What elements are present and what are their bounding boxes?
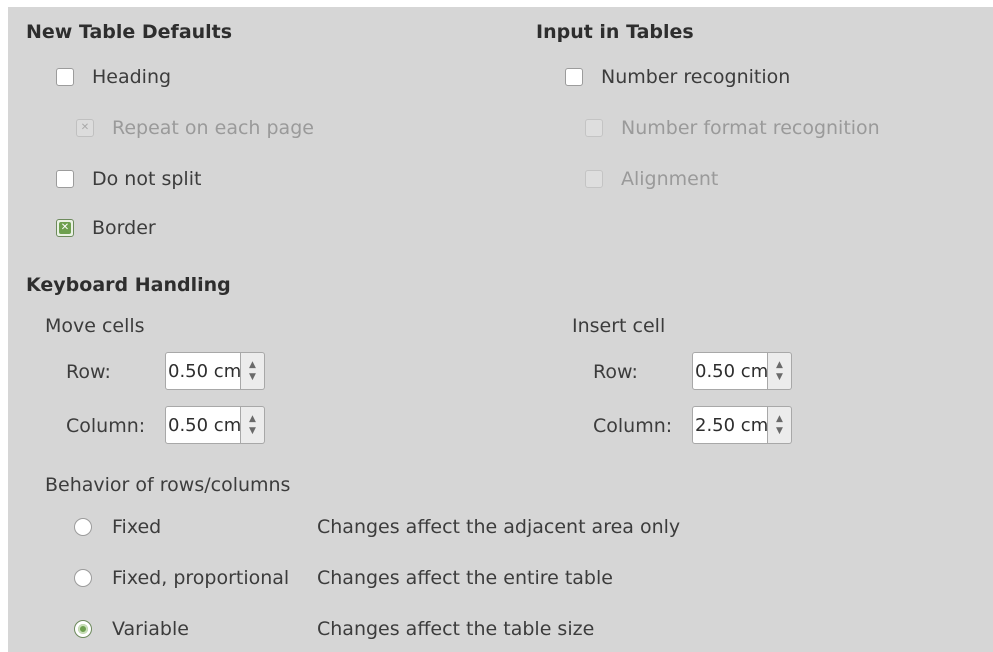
behavior-option-variable[interactable]: Variable xyxy=(74,614,189,644)
number-format-recognition-label: Number format recognition xyxy=(621,117,880,139)
spin-up-icon[interactable]: ▲ xyxy=(776,359,783,371)
move-row-input[interactable]: 0.50 cm xyxy=(165,352,241,390)
do-not-split-label: Do not split xyxy=(92,168,202,190)
border-checkbox[interactable]: ✕ xyxy=(56,219,74,237)
repeat-on-each-page-row: ✕ Repeat on each page xyxy=(76,113,314,143)
fixed-radio[interactable] xyxy=(74,518,92,536)
number-format-recognition-row: Number format recognition xyxy=(585,113,880,143)
fixed-description: Changes affect the adjacent area only xyxy=(317,516,681,538)
move-cells-label: Move cells xyxy=(45,315,145,337)
checked-mark-icon: ✕ xyxy=(60,222,70,233)
move-row-spin-buttons[interactable]: ▲ ▼ xyxy=(241,352,265,390)
insert-column-label: Column: xyxy=(593,415,673,437)
alignment-row: Alignment xyxy=(585,164,718,194)
insert-column-spinner[interactable]: 2.50 cm ▲ ▼ xyxy=(692,406,792,446)
spin-up-icon[interactable]: ▲ xyxy=(776,413,783,425)
behavior-label: Behavior of rows/columns xyxy=(45,474,291,496)
heading-checkbox[interactable] xyxy=(56,68,74,86)
spin-down-icon[interactable]: ▼ xyxy=(776,371,783,383)
insert-column-input[interactable]: 2.50 cm xyxy=(692,406,768,444)
behavior-option-fixed[interactable]: Fixed xyxy=(74,512,161,542)
fixed-label: Fixed xyxy=(112,516,162,538)
move-row-label: Row: xyxy=(66,361,111,383)
alignment-checkbox xyxy=(585,170,603,188)
do-not-split-checkbox[interactable] xyxy=(56,170,74,188)
insert-row-spin-buttons[interactable]: ▲ ▼ xyxy=(768,352,792,390)
spin-down-icon[interactable]: ▼ xyxy=(249,371,256,383)
spin-up-icon[interactable]: ▲ xyxy=(249,413,256,425)
move-column-spin-buttons[interactable]: ▲ ▼ xyxy=(241,406,265,444)
insert-row-label: Row: xyxy=(593,361,638,383)
border-label: Border xyxy=(92,217,156,239)
fixed-proportional-label: Fixed, proportional xyxy=(112,567,290,589)
insert-cell-label: Insert cell xyxy=(572,315,666,337)
fixed-proportional-radio[interactable] xyxy=(74,569,92,587)
number-recognition-row[interactable]: Number recognition xyxy=(565,62,790,92)
move-column-input[interactable]: 0.50 cm xyxy=(165,406,241,444)
alignment-label: Alignment xyxy=(621,168,719,190)
heading-checkbox-label: Heading xyxy=(92,66,172,88)
spin-down-icon[interactable]: ▼ xyxy=(249,425,256,437)
keyboard-handling-heading: Keyboard Handling xyxy=(26,274,231,296)
spin-up-icon[interactable]: ▲ xyxy=(249,359,256,371)
do-not-split-row[interactable]: Do not split xyxy=(56,164,201,194)
spin-down-icon[interactable]: ▼ xyxy=(776,425,783,437)
input-in-tables-heading: Input in Tables xyxy=(536,21,694,43)
variable-label: Variable xyxy=(112,618,189,640)
border-row[interactable]: ✕ Border xyxy=(56,213,156,243)
behavior-option-fixed-proportional[interactable]: Fixed, proportional xyxy=(74,563,289,593)
repeat-on-each-page-checkbox: ✕ xyxy=(76,119,94,137)
move-column-spinner[interactable]: 0.50 cm ▲ ▼ xyxy=(165,406,265,446)
number-recognition-label: Number recognition xyxy=(601,66,791,88)
move-column-label: Column: xyxy=(66,415,146,437)
heading-checkbox-row[interactable]: Heading xyxy=(56,62,171,92)
insert-row-input[interactable]: 0.50 cm xyxy=(692,352,768,390)
number-recognition-checkbox[interactable] xyxy=(565,68,583,86)
variable-radio[interactable] xyxy=(74,620,92,638)
insert-column-spin-buttons[interactable]: ▲ ▼ xyxy=(768,406,792,444)
insert-row-spinner[interactable]: 0.50 cm ▲ ▼ xyxy=(692,352,792,392)
fixed-proportional-description: Changes affect the entire table xyxy=(317,567,613,589)
move-row-spinner[interactable]: 0.50 cm ▲ ▼ xyxy=(165,352,265,392)
variable-description: Changes affect the table size xyxy=(317,618,595,640)
checked-mark-icon: ✕ xyxy=(80,122,90,133)
repeat-on-each-page-label: Repeat on each page xyxy=(112,117,314,139)
number-format-recognition-checkbox xyxy=(585,119,603,137)
table-options-panel: New Table Defaults Heading ✕ Repeat on e… xyxy=(8,7,993,652)
new-table-defaults-heading: New Table Defaults xyxy=(26,21,233,43)
